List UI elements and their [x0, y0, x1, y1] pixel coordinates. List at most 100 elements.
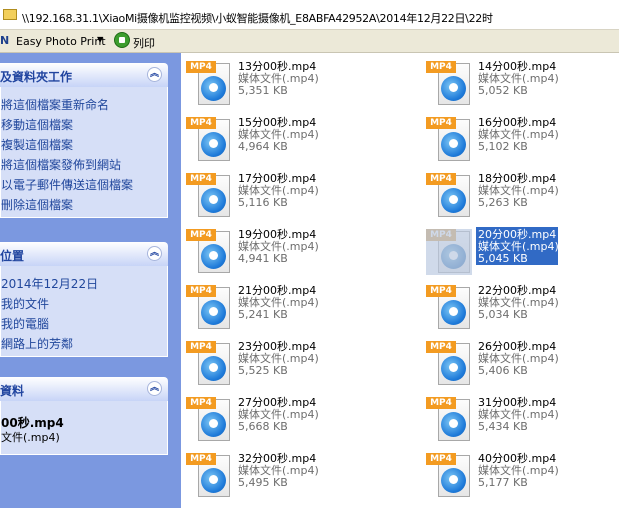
- mp4-file-icon: MP4: [426, 453, 472, 499]
- media-player-icon: [201, 188, 226, 213]
- media-player-icon: [441, 300, 466, 325]
- file-item[interactable]: MP4 18分00秒.mp4 媒体文件(.mp4) 5,263 KB: [426, 171, 619, 221]
- mp4-badge: MP4: [426, 341, 456, 353]
- file-item[interactable]: MP4 22分00秒.mp4 媒体文件(.mp4) 5,034 KB: [426, 283, 619, 333]
- address-path[interactable]: \\192.168.31.1\XiaoMi摄像机监控视频\小蚁智能摄像机_E8A…: [22, 10, 493, 26]
- mp4-file-icon: MP4: [426, 117, 472, 163]
- other-places-header[interactable]: 位置 ︽: [0, 242, 168, 266]
- other-places-panel: 2014年12月22日 我的文件 我的電腦 網路上的芳鄰: [0, 266, 168, 357]
- file-size: 4,964 KB: [238, 140, 288, 153]
- file-size: 5,668 KB: [238, 420, 288, 433]
- collapse-icon[interactable]: ︽: [147, 381, 162, 396]
- file-size: 5,525 KB: [238, 364, 288, 377]
- mp4-file-icon: MP4: [186, 117, 232, 163]
- mp4-file-icon: MP4: [186, 397, 232, 443]
- file-size: 5,241 KB: [238, 308, 288, 321]
- task-copy[interactable]: 複製這個檔案: [1, 136, 73, 153]
- mp4-badge: MP4: [186, 453, 216, 465]
- details-file-type: 文件(.mp4): [1, 431, 60, 444]
- media-player-icon: [441, 76, 466, 101]
- mp4-badge: MP4: [186, 285, 216, 297]
- file-size: 5,034 KB: [478, 308, 528, 321]
- mp4-file-icon: MP4: [426, 397, 472, 443]
- file-item[interactable]: MP4 13分00秒.mp4 媒体文件(.mp4) 5,351 KB: [186, 59, 386, 109]
- folder-icon: [3, 9, 17, 20]
- file-size: 4,941 KB: [238, 252, 288, 265]
- mp4-file-icon: MP4: [426, 285, 472, 331]
- mp4-file-icon: MP4: [426, 341, 472, 387]
- task-publish[interactable]: 將這個檔案發佈到網站: [1, 156, 121, 173]
- mp4-file-icon: MP4: [186, 285, 232, 331]
- file-item[interactable]: MP4 40分00秒.mp4 媒体文件(.mp4) 5,177 KB: [426, 451, 619, 501]
- task-email[interactable]: 以電子郵件傳送這個檔案: [1, 176, 133, 193]
- file-item[interactable]: MP4 27分00秒.mp4 媒体文件(.mp4) 5,668 KB: [186, 395, 386, 445]
- easy-photo-print-button[interactable]: Easy Photo Print: [16, 35, 106, 48]
- mp4-badge: MP4: [186, 229, 216, 241]
- media-player-icon: [201, 300, 226, 325]
- toolbar-glyph: N: [0, 34, 10, 47]
- file-item[interactable]: MP4 32分00秒.mp4 媒体文件(.mp4) 5,495 KB: [186, 451, 386, 501]
- file-size: 5,177 KB: [478, 476, 528, 489]
- file-item[interactable]: MP4 23分00秒.mp4 媒体文件(.mp4) 5,525 KB: [186, 339, 386, 389]
- mp4-badge: MP4: [426, 173, 456, 185]
- mp4-file-icon: MP4: [426, 229, 472, 275]
- file-item[interactable]: MP4 14分00秒.mp4 媒体文件(.mp4) 5,052 KB: [426, 59, 619, 109]
- mp4-badge: MP4: [426, 61, 456, 73]
- collapse-icon[interactable]: ︽: [147, 67, 162, 82]
- address-bar[interactable]: \\192.168.31.1\XiaoMi摄像机监控视频\小蚁智能摄像机_E8A…: [0, 0, 619, 30]
- file-item[interactable]: MP4 15分00秒.mp4 媒体文件(.mp4) 4,964 KB: [186, 115, 386, 165]
- place-network[interactable]: 網路上的芳鄰: [1, 335, 73, 352]
- collapse-icon[interactable]: ︽: [147, 246, 162, 261]
- file-item[interactable]: MP4 17分00秒.mp4 媒体文件(.mp4) 5,116 KB: [186, 171, 386, 221]
- other-places-title: 位置: [0, 249, 25, 263]
- media-player-icon: [201, 468, 226, 493]
- file-item[interactable]: MP4 20分00秒.mp4 媒体文件(.mp4) 5,045 KB: [426, 227, 619, 277]
- mp4-badge: MP4: [186, 341, 216, 353]
- media-player-icon: [441, 244, 466, 269]
- mp4-badge: MP4: [426, 117, 456, 129]
- toolbar: N Easy Photo Print ▼ 列印: [0, 30, 619, 53]
- file-tasks-panel: 將這個檔案重新命名 移動這個檔案 複製這個檔案 將這個檔案發佈到網站 以電子郵件…: [0, 87, 168, 218]
- mp4-file-icon: MP4: [186, 61, 232, 107]
- task-rename[interactable]: 將這個檔案重新命名: [1, 96, 109, 113]
- media-player-icon: [201, 412, 226, 437]
- mp4-file-icon: MP4: [186, 341, 232, 387]
- print-button[interactable]: 列印: [133, 35, 155, 51]
- file-tasks-title: 及資料夾工作: [0, 70, 73, 84]
- mp4-badge: MP4: [186, 61, 216, 73]
- place-date-folder[interactable]: 2014年12月22日: [1, 275, 98, 292]
- print-icon[interactable]: [114, 32, 130, 48]
- file-size: 5,045 KB: [478, 252, 528, 265]
- mp4-file-icon: MP4: [186, 173, 232, 219]
- details-panel: 00秒.mp4 文件(.mp4): [0, 401, 168, 455]
- mp4-file-icon: MP4: [426, 61, 472, 107]
- media-player-icon: [201, 76, 226, 101]
- mp4-badge: MP4: [186, 397, 216, 409]
- task-delete[interactable]: 刪除這個檔案: [1, 196, 73, 213]
- mp4-badge: MP4: [426, 285, 456, 297]
- task-move[interactable]: 移動這個檔案: [1, 116, 73, 133]
- media-player-icon: [441, 188, 466, 213]
- file-size: 5,263 KB: [478, 196, 528, 209]
- file-item[interactable]: MP4 31分00秒.mp4 媒体文件(.mp4) 5,434 KB: [426, 395, 619, 445]
- place-my-computer[interactable]: 我的電腦: [1, 315, 49, 332]
- media-player-icon: [201, 132, 226, 157]
- file-size: 5,495 KB: [238, 476, 288, 489]
- media-player-icon: [201, 356, 226, 381]
- chevron-down-icon[interactable]: ▼: [97, 35, 103, 44]
- file-size: 5,351 KB: [238, 84, 288, 97]
- file-item[interactable]: MP4 26分00秒.mp4 媒体文件(.mp4) 5,406 KB: [426, 339, 619, 389]
- place-my-documents[interactable]: 我的文件: [1, 295, 49, 312]
- file-tasks-header[interactable]: 及資料夾工作 ︽: [0, 63, 168, 87]
- media-player-icon: [441, 468, 466, 493]
- file-size: 5,406 KB: [478, 364, 528, 377]
- file-size: 5,052 KB: [478, 84, 528, 97]
- media-player-icon: [201, 244, 226, 269]
- file-item[interactable]: MP4 21分00秒.mp4 媒体文件(.mp4) 5,241 KB: [186, 283, 386, 333]
- file-item[interactable]: MP4 19分00秒.mp4 媒体文件(.mp4) 4,941 KB: [186, 227, 386, 277]
- document-page: [438, 231, 470, 273]
- details-header[interactable]: 資料 ︽: [0, 377, 168, 401]
- file-size: 5,102 KB: [478, 140, 528, 153]
- mp4-badge: MP4: [186, 117, 216, 129]
- file-item[interactable]: MP4 16分00秒.mp4 媒体文件(.mp4) 5,102 KB: [426, 115, 619, 165]
